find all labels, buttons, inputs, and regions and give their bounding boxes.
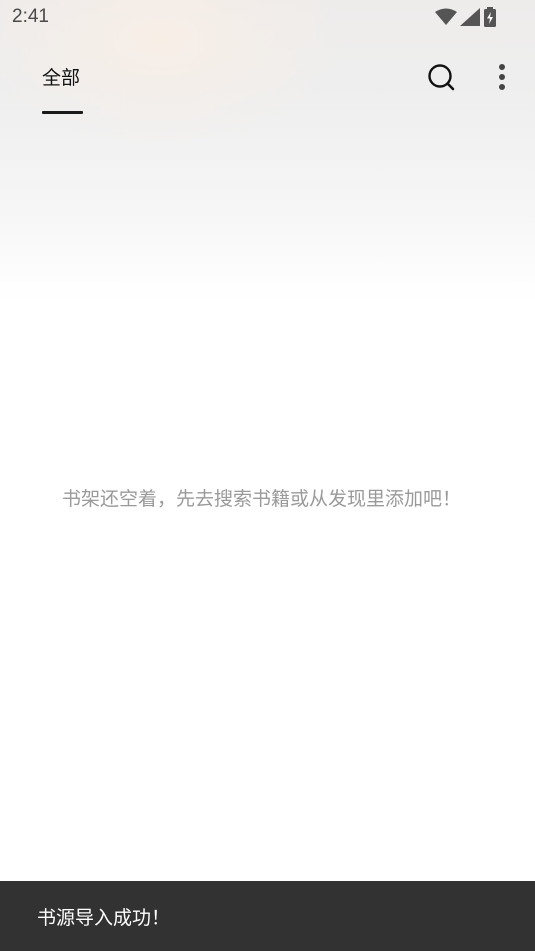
snackbar: 书源导入成功！ bbox=[0, 881, 535, 951]
top-app-bar: 全部 bbox=[0, 50, 535, 120]
snackbar-message: 书源导入成功！ bbox=[37, 907, 171, 929]
search-button[interactable] bbox=[424, 60, 458, 94]
more-vert-icon bbox=[490, 64, 514, 98]
search-icon bbox=[424, 64, 458, 98]
more-options-button[interactable] bbox=[490, 62, 514, 94]
status-time: 2:41 bbox=[12, 6, 49, 27]
battery-charging-icon bbox=[483, 7, 497, 27]
status-icons bbox=[435, 7, 497, 27]
empty-bookshelf-message: 书架还空着，先去搜索书籍或从发现里添加吧！ bbox=[61, 488, 461, 510]
tab-indicator bbox=[42, 111, 83, 114]
header-background bbox=[0, 0, 535, 300]
wifi-icon bbox=[435, 8, 457, 26]
signal-icon bbox=[460, 8, 480, 26]
tab-all[interactable]: 全部 bbox=[42, 63, 80, 90]
status-bar: 2:41 bbox=[0, 0, 535, 36]
